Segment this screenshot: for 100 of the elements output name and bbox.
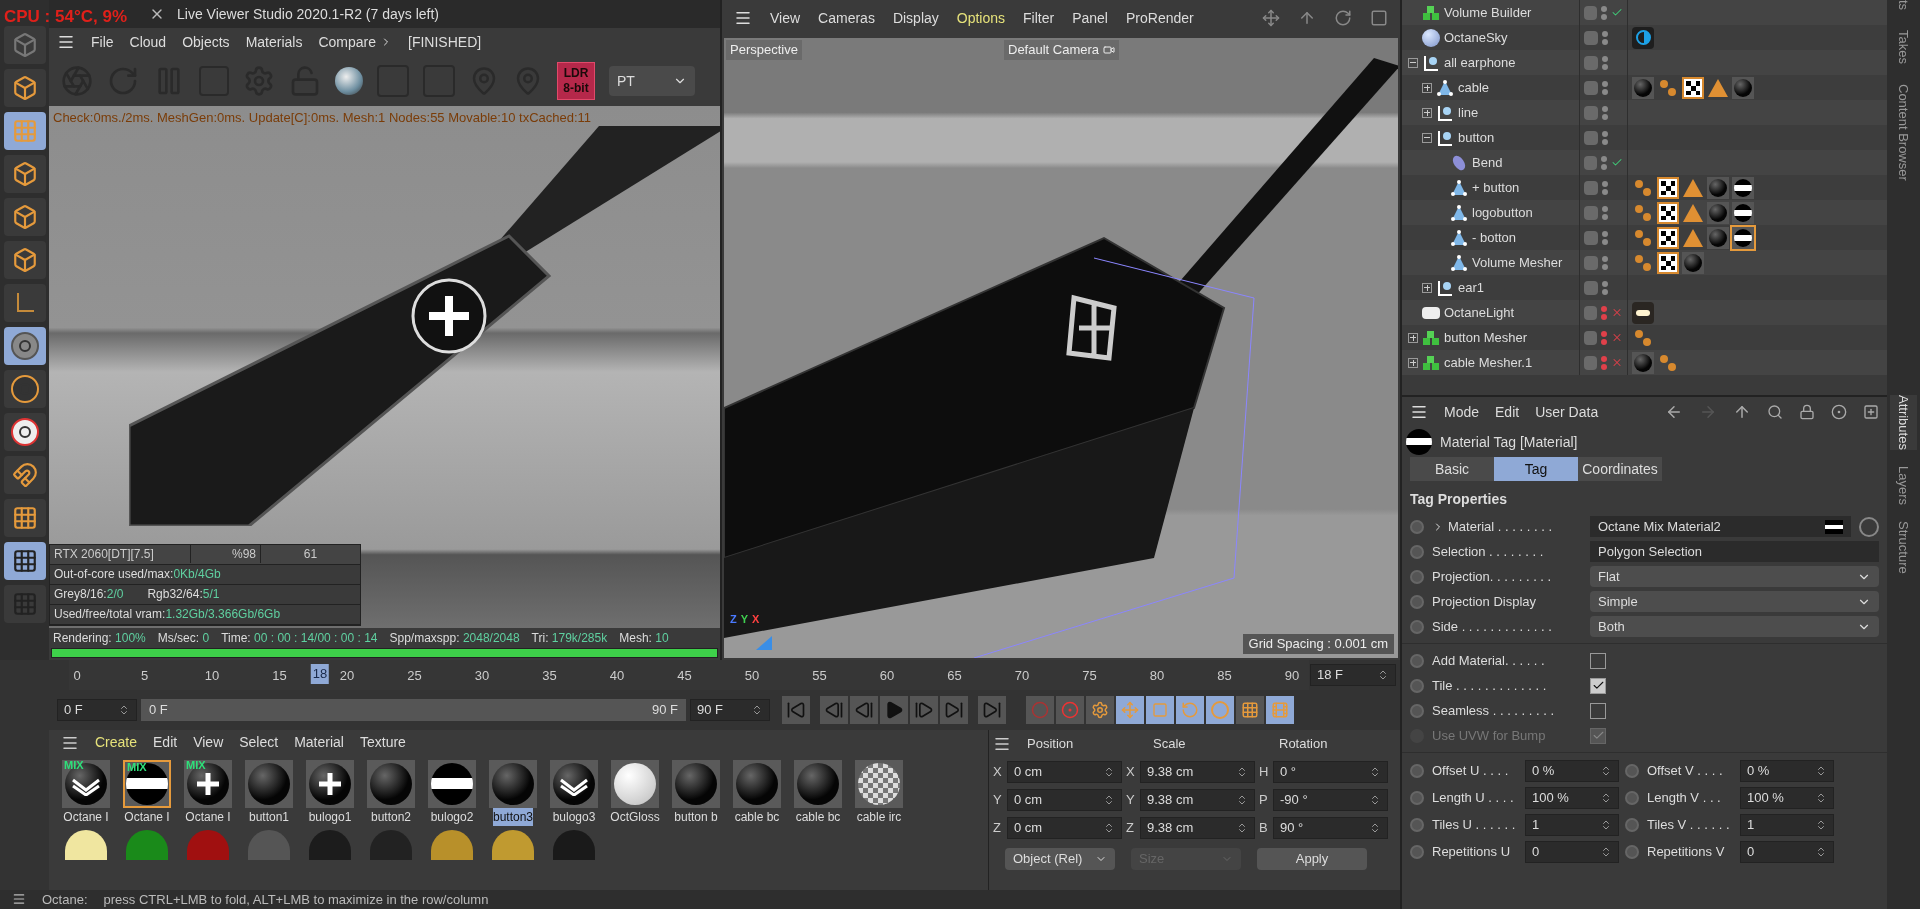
cube-icon[interactable] <box>3 69 46 107</box>
number-field[interactable]: 100 % <box>1525 786 1619 809</box>
target-icon[interactable] <box>1831 404 1847 420</box>
side-tab[interactable]: Layers <box>1889 465 1918 505</box>
expand-icon[interactable] <box>1408 332 1418 343</box>
stepper-arrows-icon[interactable] <box>1815 845 1827 858</box>
visibility-dots[interactable] <box>1602 80 1608 95</box>
stepper-arrows-icon[interactable] <box>1369 765 1381 778</box>
object-name[interactable]: cable Mesher.1 <box>1444 352 1533 373</box>
stepper-arrows-icon[interactable] <box>751 703 763 716</box>
material-name[interactable]: Octane I <box>124 807 170 826</box>
maximize-icon[interactable] <box>1370 9 1388 27</box>
new-panel-icon[interactable] <box>1863 404 1879 420</box>
apply-button[interactable]: Apply <box>1257 847 1367 870</box>
material-name[interactable]: button1 <box>248 807 289 826</box>
start-frame-field[interactable]: 0 F <box>57 698 137 721</box>
menu-item[interactable]: View <box>193 732 224 754</box>
number-field[interactable]: 9.38 cm <box>1140 788 1255 811</box>
previous-frame-icon[interactable] <box>850 695 878 724</box>
menu-item[interactable]: Mode <box>1444 401 1480 423</box>
object-name[interactable]: - botton <box>1472 227 1517 248</box>
half-circle-tag-icon[interactable] <box>1632 26 1654 49</box>
cube-icon[interactable] <box>3 26 46 64</box>
visibility-dots[interactable] <box>1602 30 1608 45</box>
number-field[interactable]: 1 <box>1740 813 1834 836</box>
checker-tag-icon[interactable] <box>1657 226 1679 249</box>
object-name[interactable]: + button <box>1472 177 1520 198</box>
dropdown[interactable]: Flat <box>1590 566 1879 587</box>
object-name[interactable]: Volume Mesher <box>1472 252 1563 273</box>
menu-item[interactable]: Panel <box>1072 7 1108 29</box>
rotate-icon[interactable] <box>1334 9 1352 27</box>
checkbox[interactable] <box>1590 702 1606 719</box>
object-name[interactable]: Volume Builder <box>1444 2 1532 23</box>
record-icon[interactable] <box>1056 695 1084 724</box>
current-frame-marker[interactable]: 18 <box>310 663 330 684</box>
stepper-arrows-icon[interactable] <box>1600 764 1612 777</box>
record-icon[interactable] <box>1026 695 1054 724</box>
first-frame-icon[interactable] <box>782 695 810 724</box>
stepper-arrows-icon[interactable] <box>1369 821 1381 834</box>
number-field[interactable]: 0 % <box>1525 759 1619 782</box>
side-tab[interactable]: Takes <box>1893 30 1914 65</box>
cube-icon[interactable] <box>3 198 46 236</box>
next-frame-icon[interactable] <box>910 695 938 724</box>
menu-item[interactable]: Compare <box>318 31 376 53</box>
sphere-tag-icon[interactable] <box>1732 226 1754 249</box>
visibility-dots[interactable] <box>1600 5 1607 20</box>
stepper-arrows-icon[interactable] <box>1236 793 1248 806</box>
number-field[interactable]: 0 <box>1525 840 1619 863</box>
material-name[interactable]: button2 <box>370 807 411 826</box>
checkbox[interactable] <box>1590 652 1606 669</box>
tab[interactable]: Coordinates <box>1578 457 1662 481</box>
cross-icon[interactable] <box>1610 331 1623 344</box>
menu-item[interactable]: User Data <box>1535 401 1599 423</box>
side-tab[interactable]: ts <box>1893 0 1914 11</box>
object-name[interactable]: line <box>1458 102 1479 123</box>
end-frame-field[interactable]: 90 F <box>690 698 770 721</box>
mode-dropdown[interactable]: PT <box>609 66 695 96</box>
stepper-arrows-icon[interactable] <box>1600 845 1612 858</box>
number-field[interactable]: 0 cm <box>1007 816 1122 839</box>
checker-cube-icon[interactable] <box>3 112 46 150</box>
stepper-arrows-icon[interactable] <box>1236 821 1248 834</box>
expand-icon[interactable] <box>1422 82 1432 93</box>
menu-item[interactable]: Edit <box>1495 401 1520 423</box>
material-name[interactable]: button b <box>674 807 718 826</box>
rotate-icon[interactable] <box>1176 695 1204 724</box>
move-icon[interactable] <box>1262 9 1280 27</box>
play-icon[interactable] <box>880 695 908 724</box>
menu-item[interactable]: Create <box>95 732 138 754</box>
visibility-dots[interactable] <box>1602 230 1608 245</box>
stepper-arrows-icon[interactable] <box>118 703 130 716</box>
visibility-dots[interactable] <box>1602 180 1608 195</box>
collapse-icon[interactable] <box>1422 132 1432 143</box>
menu-item[interactable]: Filter <box>1023 7 1055 29</box>
material-name[interactable]: bulogo3 <box>552 807 596 826</box>
visibility-dots[interactable] <box>1602 205 1608 220</box>
object-name[interactable]: button Mesher <box>1444 327 1528 348</box>
collapse-icon[interactable] <box>1408 57 1418 68</box>
number-field[interactable]: -90 ° <box>1273 788 1388 811</box>
checkbox[interactable] <box>1590 677 1606 694</box>
next-key-icon[interactable] <box>978 695 1006 724</box>
stepper-arrows-icon[interactable] <box>1103 821 1115 834</box>
lock-icon[interactable] <box>1799 404 1815 420</box>
camera-label[interactable]: Default Camera <box>1004 40 1120 60</box>
material-name[interactable]: cable bc <box>734 807 780 826</box>
check-icon[interactable] <box>1610 156 1623 169</box>
number-field[interactable]: 0 <box>1740 840 1834 863</box>
frame-field[interactable]: 18 F <box>1310 663 1396 686</box>
side-tab[interactable]: Content Browser <box>1893 84 1914 181</box>
material-name[interactable]: cable irc <box>856 807 902 826</box>
stepper-arrows-icon[interactable] <box>1103 793 1115 806</box>
checker-tag-icon[interactable] <box>1657 251 1679 274</box>
menu-item[interactable]: Select <box>239 732 279 754</box>
axis-icon[interactable] <box>3 284 46 322</box>
material-name[interactable]: bulogo1 <box>308 807 352 826</box>
frame-range-field[interactable]: 0 F 90 F <box>141 698 686 721</box>
cube-icon[interactable] <box>3 241 46 279</box>
previous-key-icon[interactable] <box>820 695 848 724</box>
checker-tag-icon[interactable] <box>1657 201 1679 224</box>
check-icon[interactable] <box>1610 6 1623 19</box>
stepper-arrows-icon[interactable] <box>1600 791 1612 804</box>
